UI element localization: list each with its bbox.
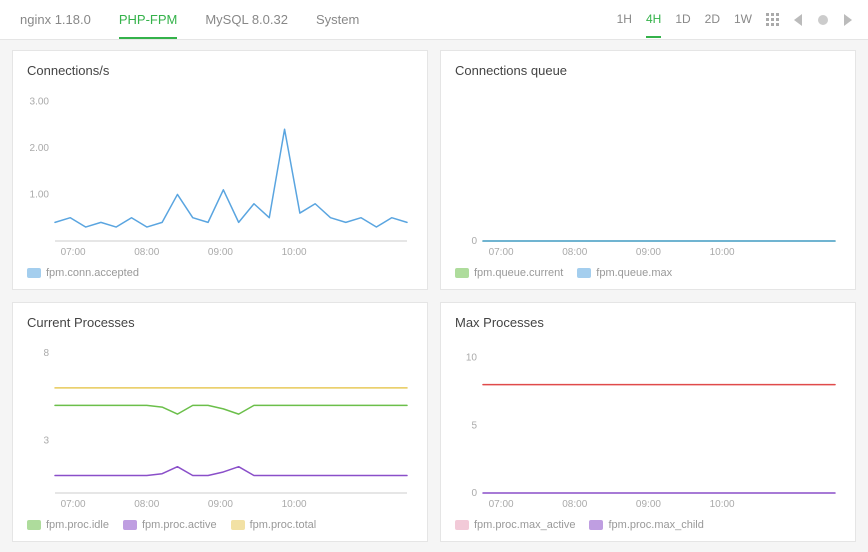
legend-item[interactable]: fpm.proc.total [231,519,317,531]
svg-text:10:00: 10:00 [710,247,735,258]
timerange-1d[interactable]: 1D [675,1,690,38]
legend-swatch-icon [589,520,603,530]
chart-max-proc[interactable]: 0 5 10 07:00 08:00 09:00 10:00 [455,338,841,511]
legend-label: fpm.queue.max [596,267,672,279]
timerange-controls: 1H 4H 1D 2D 1W [617,1,852,38]
legend: fpm.proc.idle fpm.proc.active fpm.proc.tot… [27,519,413,531]
svg-text:0: 0 [471,488,477,499]
legend-swatch-icon [27,268,41,278]
legend-item[interactable]: fpm.proc.active [123,519,217,531]
legend-swatch-icon [123,520,137,530]
timerange-2d[interactable]: 2D [705,1,720,38]
legend-label: fpm.proc.total [250,519,317,531]
tab-nginx[interactable]: nginx 1.18.0 [20,1,91,39]
svg-text:07:00: 07:00 [61,499,86,510]
legend-label: fpm.proc.idle [46,519,109,531]
svg-text:09:00: 09:00 [636,247,661,258]
svg-text:08:00: 08:00 [562,247,587,258]
svg-text:3: 3 [43,435,49,446]
legend-label: fpm.proc.max_active [474,519,575,531]
timerange-1w[interactable]: 1W [734,1,752,38]
svg-text:07:00: 07:00 [489,247,514,258]
timerange-4h[interactable]: 4H [646,1,661,38]
legend: fpm.queue.current fpm.queue.max [455,267,841,279]
svg-text:07:00: 07:00 [489,499,514,510]
svg-text:10:00: 10:00 [282,247,307,258]
tab-php-fpm[interactable]: PHP-FPM [119,1,178,39]
tab-list: nginx 1.18.0 PHP-FPM MySQL 8.0.32 System [20,1,359,39]
svg-text:07:00: 07:00 [61,247,86,258]
grid-icon[interactable] [766,13,780,27]
legend: fpm.proc.max_active fpm.proc.max_child [455,519,841,531]
legend-item[interactable]: fpm.proc.idle [27,519,109,531]
chart-current-proc[interactable]: 3 8 07:00 08:00 09:00 10:00 [27,338,413,511]
prev-icon[interactable] [794,14,804,26]
topbar: nginx 1.18.0 PHP-FPM MySQL 8.0.32 System… [0,0,868,40]
svg-text:08:00: 08:00 [134,499,159,510]
legend-item[interactable]: fpm.queue.max [577,267,672,279]
svg-text:08:00: 08:00 [134,247,159,258]
svg-text:10:00: 10:00 [282,499,307,510]
dashboard-grid: Connections/s 1.00 2.00 3.00 07:00 08:00 09:0… [0,40,868,552]
svg-text:8: 8 [43,348,49,359]
timerange-1h[interactable]: 1H [617,1,632,38]
svg-text:10:00: 10:00 [710,499,735,510]
legend-item[interactable]: fpm.proc.max_child [589,519,703,531]
svg-text:10: 10 [466,353,478,364]
legend-label: fpm.queue.current [474,267,563,279]
panel-max-processes: Max Processes 0 5 10 07:00 08:00 09:00 10:00 f… [440,302,856,542]
panel-connections-queue: Connections queue 007:0008:0009:0010:00 … [440,50,856,290]
chart-queue[interactable]: 0 07:00 08:00 09:00 10:00 [455,86,841,259]
tab-system[interactable]: System [316,1,359,39]
svg-text:2.00: 2.00 [30,143,50,154]
legend-label: fpm.proc.max_child [608,519,703,531]
live-dot-icon[interactable] [818,15,828,25]
panel-title: Connections queue [455,63,841,78]
tab-mysql[interactable]: MySQL 8.0.32 [205,1,288,39]
legend-item[interactable]: fpm.queue.current [455,267,563,279]
legend-label: fpm.proc.active [142,519,217,531]
panel-title: Max Processes [455,315,841,330]
panel-title: Connections/s [27,63,413,78]
svg-text:09:00: 09:00 [208,499,233,510]
svg-text:09:00: 09:00 [208,247,233,258]
chart-connections[interactable]: 1.00 2.00 3.00 07:00 08:00 09:00 10:00 [27,86,413,259]
panel-title: Current Processes [27,315,413,330]
legend-swatch-icon [455,268,469,278]
legend: fpm.conn.accepted [27,267,413,279]
svg-text:09:00: 09:00 [636,499,661,510]
legend-label: fpm.conn.accepted [46,267,139,279]
legend-swatch-icon [231,520,245,530]
svg-text:3.00: 3.00 [30,96,50,107]
svg-text:0: 0 [471,236,477,247]
svg-text:1.00: 1.00 [30,189,50,200]
legend-swatch-icon [27,520,41,530]
panel-current-processes: Current Processes 3 8 07:00 08:00 09:00 10:00… [12,302,428,542]
svg-text:5: 5 [471,420,477,431]
panel-connections-per-sec: Connections/s 1.00 2.00 3.00 07:00 08:00 09:0… [12,50,428,290]
next-icon[interactable] [842,14,852,26]
legend-swatch-icon [577,268,591,278]
legend-item[interactable]: fpm.conn.accepted [27,267,139,279]
legend-item[interactable]: fpm.proc.max_active [455,519,575,531]
legend-swatch-icon [455,520,469,530]
svg-text:08:00: 08:00 [562,499,587,510]
